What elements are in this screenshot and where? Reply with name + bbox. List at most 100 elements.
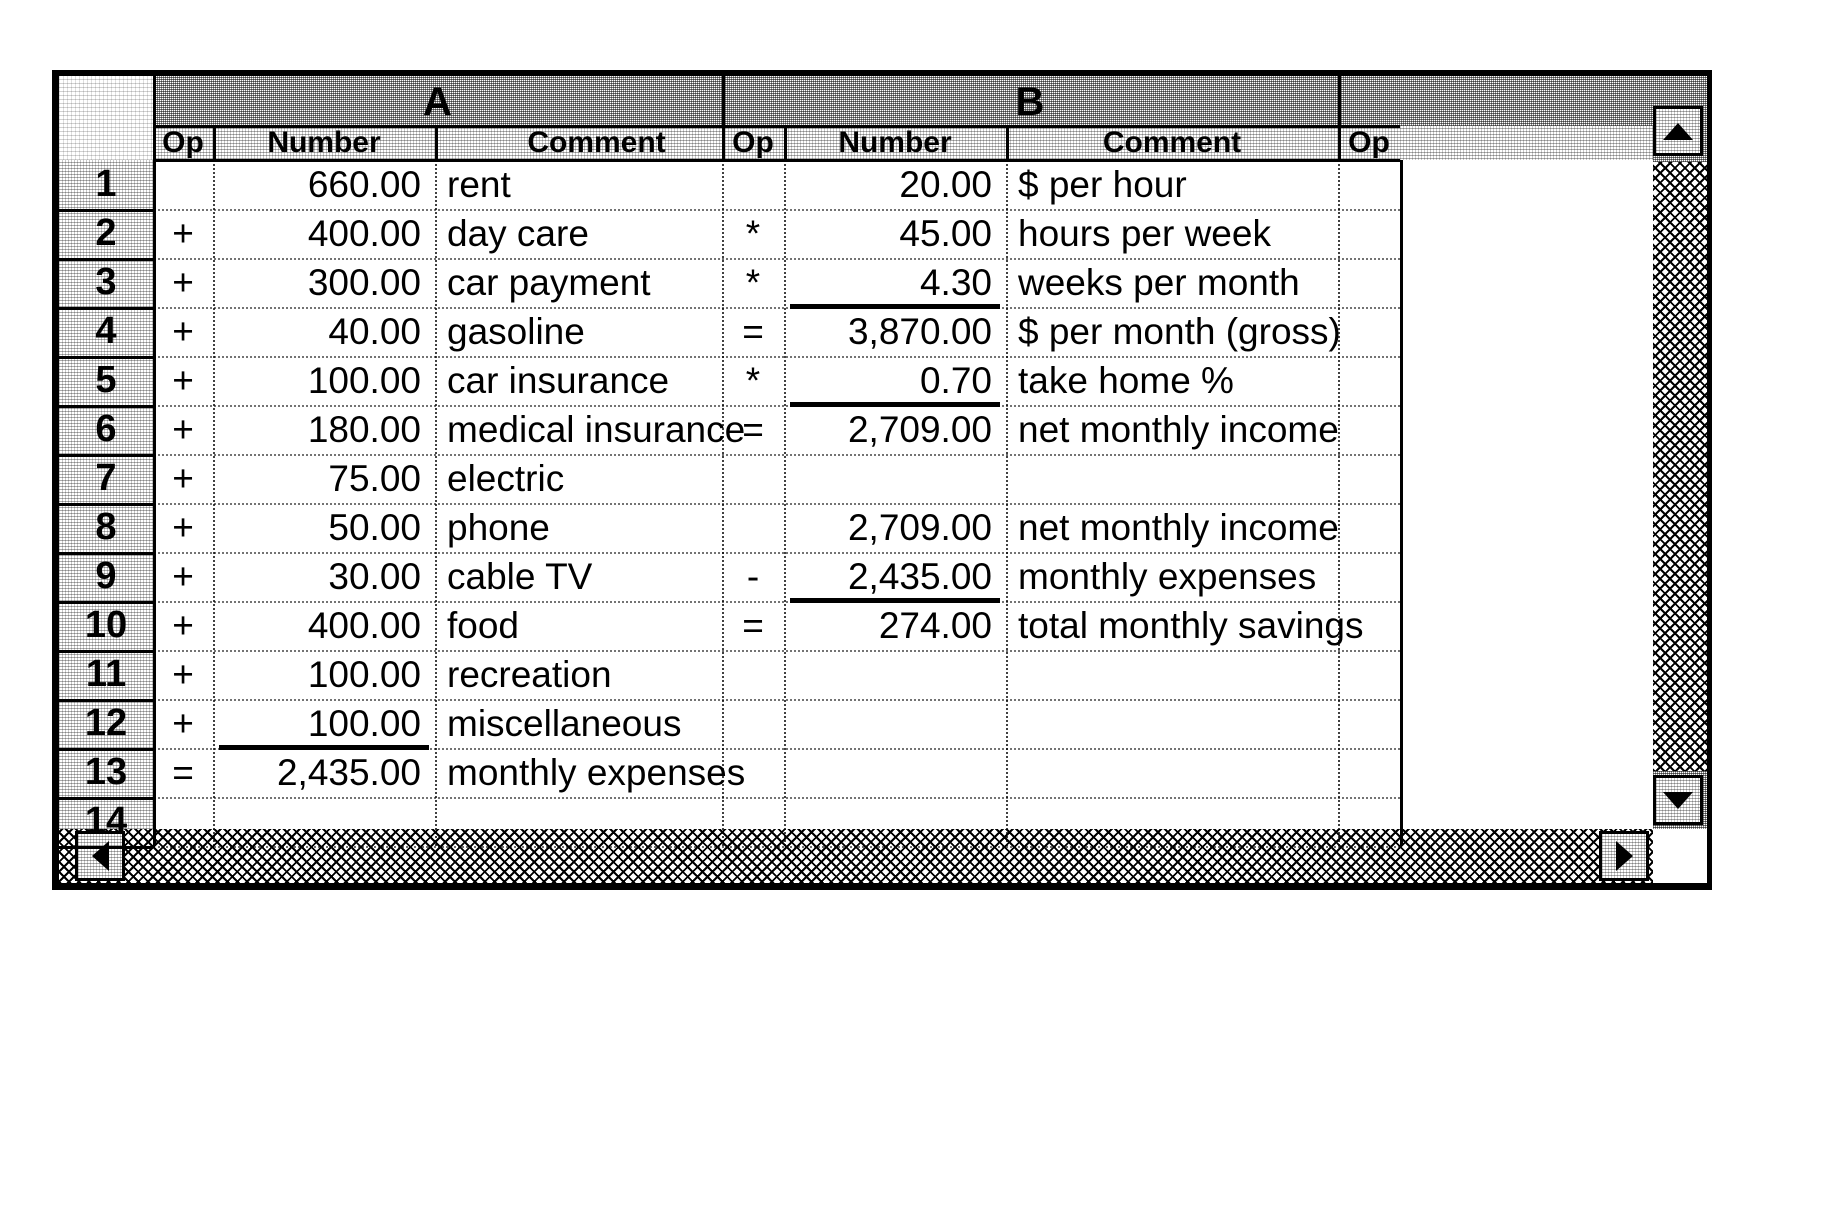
vertical-scrollbar[interactable] (1653, 76, 1707, 829)
cell-a-comment-9[interactable]: cable TV (447, 552, 592, 601)
cell-a-comment-4[interactable]: gasoline (447, 307, 585, 356)
cell-a-number-10[interactable]: 400.00 (213, 601, 421, 650)
subheader-a-comment[interactable]: Comment (435, 126, 758, 160)
cell-b-op-9[interactable]: - (722, 552, 784, 601)
cell-a-comment-3[interactable]: car payment (447, 258, 651, 307)
cell-b-number-2[interactable]: 45.00 (784, 209, 992, 258)
cell-a-number-6[interactable]: 180.00 (213, 405, 421, 454)
cell-a-number-12[interactable]: 100.00 (213, 699, 421, 748)
cell-b-comment-3[interactable]: weeks per month (1018, 258, 1300, 307)
cell-b-comment-2[interactable]: hours per week (1018, 209, 1271, 258)
subheader-a-number[interactable]: Number (213, 126, 435, 160)
cell-a-op-2[interactable]: + (153, 209, 213, 258)
row-number-7[interactable]: 7 (59, 454, 153, 503)
row-number-10[interactable]: 10 (59, 601, 153, 650)
cell-b-op-3[interactable]: * (722, 258, 784, 307)
row-number-1[interactable]: 1 (59, 160, 153, 209)
row-number-5[interactable]: 5 (59, 356, 153, 405)
scroll-up-arrow-icon[interactable] (1653, 106, 1703, 156)
cell-b-number-3[interactable]: 4.30 (784, 258, 992, 307)
cell-a-number-1[interactable]: 660.00 (213, 160, 421, 209)
subheader-b-number[interactable]: Number (784, 126, 1006, 160)
cell-a-number-3[interactable]: 300.00 (213, 258, 421, 307)
scroll-right-arrow-icon[interactable] (1599, 831, 1649, 881)
cell-b-op-5[interactable]: * (722, 356, 784, 405)
cell-a-number-11[interactable]: 100.00 (213, 650, 421, 699)
cell-b-number-4[interactable]: 3,870.00 (784, 307, 992, 356)
cell-b-comment-5[interactable]: take home % (1018, 356, 1234, 405)
cell-a-op-12[interactable]: + (153, 699, 213, 748)
subheader-c-op[interactable]: Op (1338, 126, 1400, 160)
cell-a-op-8[interactable]: + (153, 503, 213, 552)
row-number-12[interactable]: 12 (59, 699, 153, 748)
cell-a-number-7[interactable]: 75.00 (213, 454, 421, 503)
row-number-11[interactable]: 11 (59, 650, 153, 699)
cell-a-comment-11[interactable]: recreation (447, 650, 612, 699)
cell-a-comment-7[interactable]: electric (447, 454, 564, 503)
subheader-divider-1 (435, 126, 438, 160)
cell-b-comment-9[interactable]: monthly expenses (1018, 552, 1316, 601)
cell-a-op-6[interactable]: + (153, 405, 213, 454)
cell-a-number-9[interactable]: 30.00 (213, 552, 421, 601)
cell-a-comment-8[interactable]: phone (447, 503, 550, 552)
cell-b-comment-10[interactable]: total monthly savings (1018, 601, 1364, 650)
cell-b-comment-4[interactable]: $ per month (gross) (1018, 307, 1341, 356)
cell-divider-1 (435, 160, 437, 846)
subheader-b-op[interactable]: Op (722, 126, 784, 160)
subheader-a-op[interactable]: Op (153, 126, 213, 160)
scroll-down-arrow-icon[interactable] (1653, 775, 1703, 825)
cell-a-op-5[interactable]: + (153, 356, 213, 405)
column-header-a[interactable]: A (153, 76, 722, 126)
cell-a-op-4[interactable]: + (153, 307, 213, 356)
cell-a-number-5[interactable]: 100.00 (213, 356, 421, 405)
column-header-b[interactable]: B (722, 76, 1338, 126)
subheader-b-comment[interactable]: Comment (1006, 126, 1338, 160)
cell-a-comment-5[interactable]: car insurance (447, 356, 669, 405)
cell-b-op-10[interactable]: = (722, 601, 784, 650)
select-all-corner[interactable] (59, 76, 153, 160)
row-number-6[interactable]: 6 (59, 405, 153, 454)
row-number-4[interactable]: 4 (59, 307, 153, 356)
cell-a-comment-12[interactable]: miscellaneous (447, 699, 681, 748)
cell-a-comment-13[interactable]: monthly expenses (447, 748, 745, 797)
cell-b-number-6[interactable]: 2,709.00 (784, 405, 992, 454)
cell-b-comment-6[interactable]: net monthly income (1018, 405, 1339, 454)
cell-divider-4 (1006, 160, 1008, 846)
cell-a-op-11[interactable]: + (153, 650, 213, 699)
cell-b-op-6[interactable]: = (722, 405, 784, 454)
cell-a-comment-6[interactable]: medical insurance (447, 405, 745, 454)
row-number-13[interactable]: 13 (59, 748, 153, 797)
row-number-9[interactable]: 9 (59, 552, 153, 601)
cell-a-op-7[interactable]: + (153, 454, 213, 503)
cell-a-number-13[interactable]: 2,435.00 (213, 748, 421, 797)
triangle-right-glyph (1615, 841, 1633, 871)
cell-b-number-1[interactable]: 20.00 (784, 160, 992, 209)
vertical-scroll-track[interactable] (1653, 162, 1707, 771)
cell-b-comment-8[interactable]: net monthly income (1018, 503, 1339, 552)
cell-a-number-8[interactable]: 50.00 (213, 503, 421, 552)
cell-a-comment-2[interactable]: day care (447, 209, 589, 258)
cell-a-op-10[interactable]: + (153, 601, 213, 650)
cell-b-number-5[interactable]: 0.70 (784, 356, 992, 405)
cell-b-comment-1[interactable]: $ per hour (1018, 160, 1187, 209)
cell-a-op-13[interactable]: = (153, 748, 213, 797)
cell-b-number-10[interactable]: 274.00 (784, 601, 992, 650)
cell-a-comment-10[interactable]: food (447, 601, 519, 650)
cell-a-op-9[interactable]: + (153, 552, 213, 601)
grid-right-edge (1400, 160, 1403, 846)
cell-b-number-9[interactable]: 2,435.00 (784, 552, 992, 601)
cell-a-comment-1[interactable]: rent (447, 160, 511, 209)
row-number-2[interactable]: 2 (59, 209, 153, 258)
header-sep-b-c (1338, 76, 1341, 160)
cell-a-number-4[interactable]: 40.00 (213, 307, 421, 356)
cell-b-op-2[interactable]: * (722, 209, 784, 258)
cell-a-number-2[interactable]: 400.00 (213, 209, 421, 258)
horizontal-scrollbar[interactable] (59, 829, 1653, 883)
row-number-3[interactable]: 3 (59, 258, 153, 307)
cell-a-op-3[interactable]: + (153, 258, 213, 307)
row-number-14[interactable]: 14 (59, 797, 153, 846)
cell-b-op-4[interactable]: = (722, 307, 784, 356)
cell-b-number-8[interactable]: 2,709.00 (784, 503, 992, 552)
triangle-down-glyph (1663, 791, 1693, 809)
row-number-8[interactable]: 8 (59, 503, 153, 552)
